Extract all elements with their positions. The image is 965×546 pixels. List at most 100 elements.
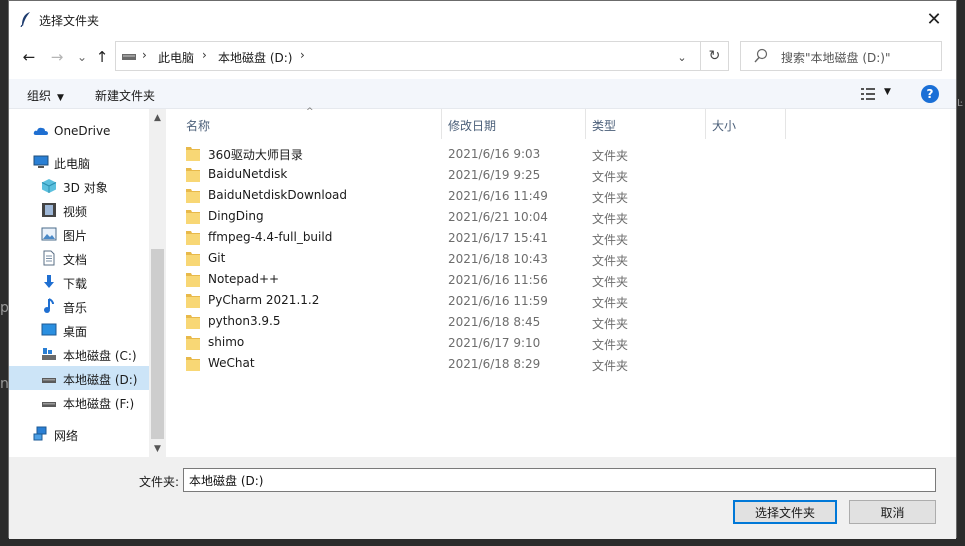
desktop-icon	[41, 323, 57, 336]
computer-icon	[33, 155, 49, 168]
file-type: 文件夹	[592, 338, 629, 352]
file-date: 2021/6/17 15:41	[448, 231, 548, 245]
video-icon	[42, 203, 56, 217]
chevron-down-icon[interactable]: ⌄	[672, 48, 692, 66]
background-text: Ŀ	[957, 98, 963, 109]
scroll-down-button[interactable]: ▼	[149, 440, 166, 457]
file-name: DingDing	[208, 209, 264, 223]
sidebar-item-this-pc[interactable]: 此电脑	[9, 150, 149, 174]
file-row[interactable]: Git 2021/6/18 10:43 文件夹	[186, 248, 786, 269]
view-dropdown-button[interactable]: ▼	[884, 87, 891, 97]
recent-locations-button[interactable]: ⌄	[72, 47, 92, 67]
column-header-date[interactable]: 修改日期	[428, 109, 572, 139]
search-placeholder: 搜索"本地磁盘 (D:)"	[781, 51, 891, 65]
up-button[interactable]: ↑	[92, 47, 112, 67]
file-type: 文件夹	[592, 233, 629, 247]
file-date: 2021/6/21 10:04	[448, 210, 548, 224]
cloud-icon	[33, 127, 48, 135]
scrollbar-thumb[interactable]	[151, 249, 164, 439]
file-row[interactable]: Notepad++ 2021/6/16 11:56 文件夹	[186, 269, 786, 290]
folder-icon	[186, 168, 200, 182]
folder-icon	[186, 357, 200, 371]
folder-icon	[186, 189, 200, 203]
breadcrumb-separator[interactable]: ›	[300, 48, 305, 62]
view-options-icon[interactable]	[860, 87, 876, 101]
breadcrumb-separator[interactable]: ›	[202, 48, 207, 62]
music-icon	[44, 298, 54, 313]
sidebar-item-network[interactable]: 网络	[9, 422, 149, 446]
file-row[interactable]: ffmpeg-4.4-full_build 2021/6/17 15:41 文件夹	[186, 227, 786, 248]
caret-down-icon: ▼	[57, 93, 64, 103]
refresh-button[interactable]: ↻	[701, 41, 729, 71]
sidebar-item-downloads[interactable]: 下载	[9, 270, 149, 294]
sidebar-item-documents[interactable]: 文档	[9, 246, 149, 270]
search-icon	[754, 48, 768, 63]
file-name: shimo	[208, 335, 245, 349]
forward-button[interactable]: →	[47, 47, 67, 67]
sidebar-item-label: 网络	[54, 429, 79, 443]
back-button[interactable]: ←	[19, 47, 39, 67]
organize-button[interactable]: 组织 ▼	[27, 87, 64, 104]
close-button[interactable]: ✕	[912, 1, 956, 37]
folder-name-input[interactable]	[183, 468, 936, 492]
download-icon	[44, 275, 54, 288]
column-divider[interactable]	[785, 109, 786, 139]
file-name: Notepad++	[208, 272, 280, 286]
help-button[interactable]: ?	[921, 85, 939, 103]
file-row[interactable]: BaiduNetdisk 2021/6/19 9:25 文件夹	[186, 164, 786, 185]
column-header-type[interactable]: 类型	[572, 109, 692, 139]
file-row[interactable]: WeChat 2021/6/18 8:29 文件夹	[186, 353, 786, 374]
sidebar-item-drive-f[interactable]: 本地磁盘 (F:)	[9, 390, 149, 414]
network-icon	[33, 426, 47, 441]
select-folder-button[interactable]: 选择文件夹	[733, 500, 837, 524]
folder-icon	[186, 315, 200, 329]
sidebar-item-label: 下载	[63, 277, 88, 291]
sidebar-item-3d-objects[interactable]: 3D 对象	[9, 174, 149, 198]
file-date: 2021/6/17 9:10	[448, 336, 541, 350]
breadcrumb-separator[interactable]: ›	[142, 48, 147, 62]
breadcrumb-drive-d[interactable]: 本地磁盘 (D:)	[218, 49, 292, 66]
sidebar-item-label: 桌面	[63, 325, 88, 339]
file-row[interactable]: DingDing 2021/6/21 10:04 文件夹	[186, 206, 786, 227]
folder-field-label: 文件夹:	[139, 475, 180, 489]
file-date: 2021/6/18 8:29	[448, 357, 541, 371]
drive-icon	[42, 348, 56, 360]
sidebar-item-label: 本地磁盘 (D:)	[63, 373, 138, 387]
sidebar-item-drive-c[interactable]: 本地磁盘 (C:)	[9, 342, 149, 366]
column-header-name[interactable]: 名称 ^	[166, 107, 441, 139]
file-type: 文件夹	[592, 254, 629, 268]
file-type: 文件夹	[592, 191, 629, 205]
file-row[interactable]: shimo 2021/6/17 9:10 文件夹	[186, 332, 786, 353]
sidebar-item-videos[interactable]: 视频	[9, 198, 149, 222]
folder-icon	[186, 231, 200, 245]
file-type: 文件夹	[592, 317, 629, 331]
sidebar-item-pictures[interactable]: 图片	[9, 222, 149, 246]
sidebar-item-label: 本地磁盘 (C:)	[63, 349, 137, 363]
file-name: WeChat	[208, 356, 255, 370]
address-bar[interactable]: › 此电脑 › 本地磁盘 (D:) › ⌄	[115, 41, 701, 71]
document-icon	[43, 250, 55, 266]
scroll-up-button[interactable]: ▲	[149, 109, 166, 126]
sidebar-item-music[interactable]: 音乐	[9, 294, 149, 318]
dialog-footer: 文件夹: 选择文件夹 取消	[9, 457, 956, 539]
new-folder-button[interactable]: 新建文件夹	[95, 87, 155, 104]
title-bar: 选择文件夹 ✕	[9, 1, 956, 37]
file-name: BaiduNetdiskDownload	[208, 188, 348, 202]
file-row[interactable]: BaiduNetdiskDownload 2021/6/16 11:49 文件夹	[186, 185, 786, 206]
search-input[interactable]: 搜索"本地磁盘 (D:)"	[740, 41, 942, 71]
file-name: python3.9.5	[208, 314, 281, 328]
file-row[interactable]: 360驱动大师目录 2021/6/16 9:03 文件夹	[186, 143, 786, 164]
breadcrumb-this-pc[interactable]: 此电脑	[158, 49, 194, 66]
sidebar-item-drive-d[interactable]: 本地磁盘 (D:)	[9, 366, 149, 390]
command-bar: 组织 ▼ 新建文件夹 ▼ ?	[9, 79, 956, 109]
drive-icon	[122, 54, 136, 60]
sidebar-scrollbar[interactable]: ▲ ▼	[149, 109, 166, 457]
sidebar-item-onedrive[interactable]: OneDrive	[9, 119, 149, 143]
drive-icon	[42, 378, 56, 383]
column-header-size[interactable]: 大小	[692, 109, 772, 139]
sidebar-item-desktop[interactable]: 桌面	[9, 318, 149, 342]
file-name: PyCharm 2021.1.2	[208, 293, 320, 307]
file-row[interactable]: python3.9.5 2021/6/18 8:45 文件夹	[186, 311, 786, 332]
cancel-button[interactable]: 取消	[849, 500, 936, 524]
file-row[interactable]: PyCharm 2021.1.2 2021/6/16 11:59 文件夹	[186, 290, 786, 311]
